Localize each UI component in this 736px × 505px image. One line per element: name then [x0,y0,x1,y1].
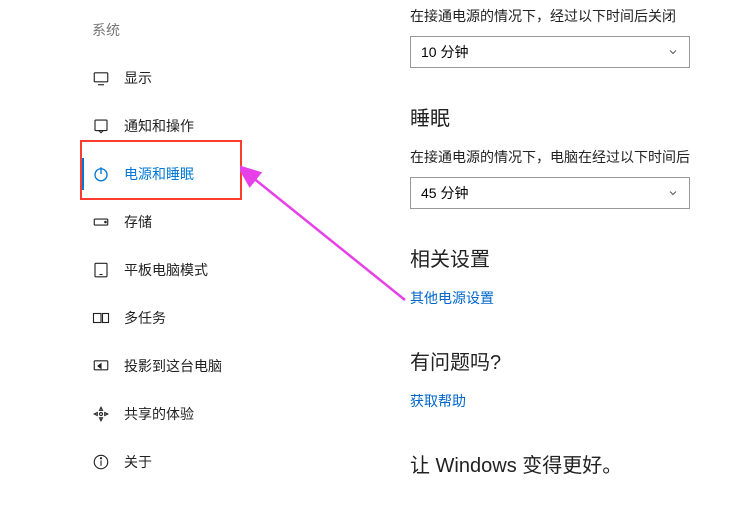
feedback-section-title: 让 Windows 变得更好。 [410,449,736,478]
sidebar-item-multitask[interactable]: 多任务 [0,294,280,342]
sleep-dropdown[interactable]: 45 分钟 [410,177,690,209]
storage-icon [92,213,110,231]
sidebar-item-label: 投影到这台电脑 [124,356,222,376]
sidebar-item-label: 平板电脑模式 [124,260,208,280]
sidebar-item-label: 通知和操作 [124,116,194,136]
dropdown-value: 45 分钟 [421,183,468,203]
power-icon [92,165,110,183]
sidebar-item-about[interactable]: 关于 [0,438,280,486]
sidebar-item-project[interactable]: 投影到这台电脑 [0,342,280,390]
sidebar-header: 系统 [0,20,280,54]
screen-off-dropdown[interactable]: 10 分钟 [410,36,690,68]
other-power-link[interactable]: 其他电源设置 [410,288,494,308]
sidebar-item-storage[interactable]: 存储 [0,198,280,246]
sidebar-item-tablet[interactable]: 平板电脑模式 [0,246,280,294]
chevron-down-icon [667,46,679,58]
project-icon [92,357,110,375]
multitask-icon [92,309,110,327]
sidebar-item-label: 多任务 [124,308,166,328]
sidebar-item-notifications[interactable]: 通知和操作 [0,102,280,150]
sidebar-item-shared[interactable]: 共享的体验 [0,390,280,438]
sidebar-item-label: 电源和睡眠 [124,164,194,184]
sidebar-item-label: 共享的体验 [124,404,194,424]
notifications-icon [92,117,110,135]
related-section-title: 相关设置 [410,243,736,272]
sleep-section-title: 睡眠 [410,102,736,131]
display-icon [92,69,110,87]
sidebar-item-display[interactable]: 显示 [0,54,280,102]
sidebar-item-label: 显示 [124,68,152,88]
tablet-icon [92,261,110,279]
sidebar-item-power-sleep[interactable]: 电源和睡眠 [0,150,280,198]
dropdown-value: 10 分钟 [421,42,468,62]
shared-icon [92,405,110,423]
help-section-title: 有问题吗? [410,346,736,375]
about-icon [92,453,110,471]
chevron-down-icon [667,187,679,199]
sidebar: 系统 显示 通知和操作 电源和睡眠 存储 [0,0,280,505]
sidebar-item-label: 存储 [124,212,152,232]
sidebar-item-label: 关于 [124,452,152,472]
sleep-label: 在接通电源的情况下，电脑在经过以下时间后 [410,147,736,167]
content-panel: 在接通电源的情况下，经过以下时间后关闭 10 分钟 睡眠 在接通电源的情况下，电… [280,0,736,505]
screen-off-label: 在接通电源的情况下，经过以下时间后关闭 [410,6,736,26]
get-help-link[interactable]: 获取帮助 [410,391,466,411]
